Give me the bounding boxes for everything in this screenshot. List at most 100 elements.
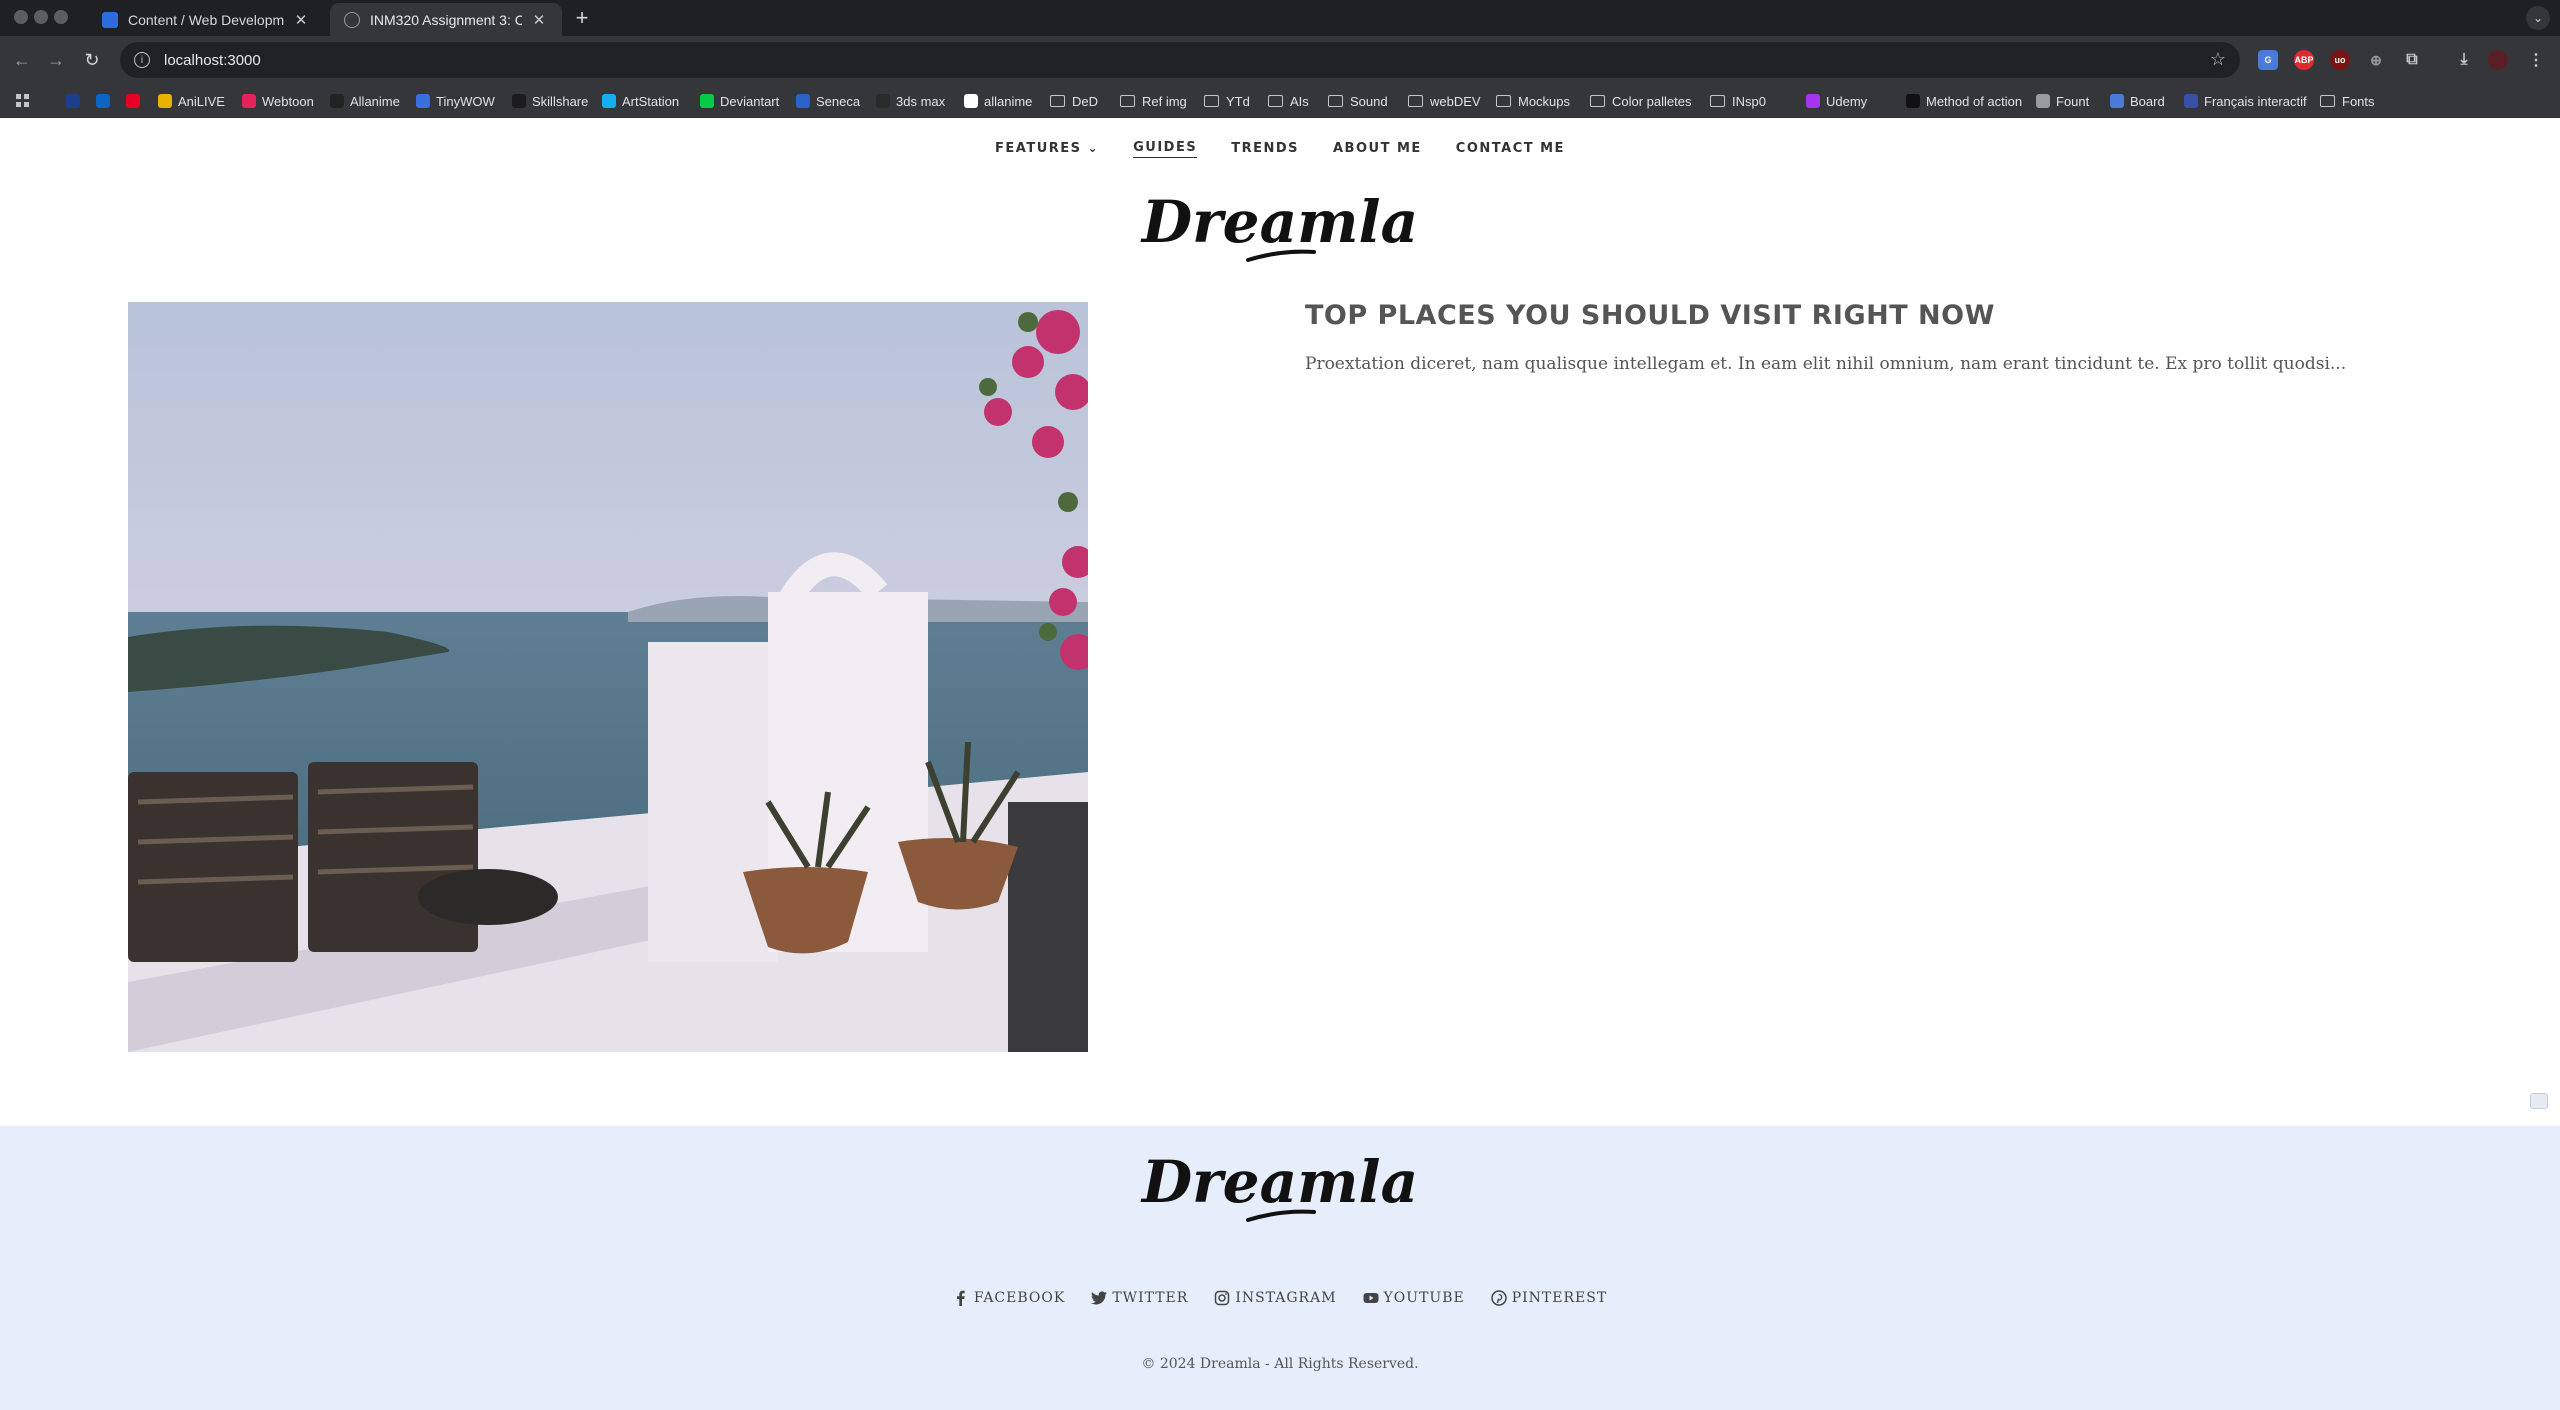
folder-icon	[1328, 95, 1343, 107]
bookmark-item[interactable]: Udemy	[1806, 91, 1867, 111]
bookmarks-bar: AniLIVE Webtoon Allanime TinyWOW Skillshare A…	[0, 84, 2560, 118]
twitter-icon	[1091, 1291, 1108, 1305]
footer-logo[interactable]: Dreamla	[1130, 1140, 1430, 1230]
bookmark-item[interactable]: Mockups	[1496, 91, 1570, 111]
folder-icon	[1204, 95, 1219, 107]
apps-grid-icon[interactable]	[16, 91, 30, 111]
bookmark-favicon-icon	[2110, 94, 2124, 108]
bookmark-item[interactable]: Skillshare	[512, 91, 588, 111]
bookmark-item[interactable]: allanime	[964, 91, 1032, 111]
bookmark-item[interactable]: ArtStation	[602, 91, 679, 111]
reload-icon[interactable]: ↻	[80, 48, 104, 72]
article-title[interactable]: TOP PLACES YOU SHOULD VISIT RIGHT NOW	[1305, 300, 1995, 331]
bookmark-label: Allanime	[350, 93, 400, 109]
pinterest-icon	[1490, 1290, 1507, 1306]
bookmark-item[interactable]: Webtoon	[242, 91, 314, 111]
tab-search-button[interactable]: ⌄	[2526, 6, 2550, 30]
bookmark-item[interactable]	[126, 91, 146, 111]
nav-contact[interactable]: CONTACT ME	[1456, 140, 1565, 158]
address-bar[interactable]: i localhost:3000 ☆	[120, 42, 2240, 78]
bookmark-item[interactable]: Method of action	[1906, 91, 2022, 111]
bookmark-item[interactable]: Color palletes	[1590, 91, 1692, 111]
profile-avatar[interactable]	[2488, 50, 2508, 70]
bookmark-item[interactable]	[96, 91, 116, 111]
bookmark-item[interactable]: YTd	[1204, 91, 1250, 111]
facebook-link[interactable]: FACEBOOK	[953, 1290, 1066, 1306]
bookmark-item[interactable]: Seneca	[796, 91, 860, 111]
window-zoom-button[interactable]	[54, 10, 68, 24]
pinterest-link[interactable]: PINTEREST	[1490, 1290, 1608, 1306]
tab-title: INM320 Assignment 3: CSS	[370, 11, 522, 28]
bookmark-label: Webtoon	[262, 93, 314, 109]
bookmark-item[interactable]: webDEV	[1408, 91, 1481, 111]
bookmark-item[interactable]: DeD	[1050, 91, 1098, 111]
nav-guides[interactable]: GUIDES	[1133, 140, 1198, 158]
tab-content-web-development[interactable]: Content / Web Development ✕	[88, 3, 324, 36]
social-links: FACEBOOK TWITTER INSTAGRAM YOUTUBE PINTE…	[0, 1290, 2560, 1306]
twitter-link[interactable]: TWITTER	[1091, 1290, 1188, 1306]
bookmark-item[interactable]: Deviantart	[700, 91, 779, 111]
folder-icon	[1120, 95, 1135, 107]
bookmark-item[interactable]: AIs	[1268, 91, 1309, 111]
bookmark-favicon-icon	[602, 94, 616, 108]
bookmark-label: webDEV	[1430, 93, 1481, 109]
bookmark-label: INsp0	[1732, 93, 1766, 109]
download-icon[interactable]: ⤓	[2454, 50, 2474, 70]
folder-icon	[1408, 95, 1423, 107]
floating-widget-icon[interactable]	[2530, 1093, 2548, 1109]
web-page: FEATURES ⌄ GUIDES TRENDS ABOUT ME CONTACT…	[0, 118, 2560, 1410]
bookmark-item[interactable]: Board	[2110, 91, 2165, 111]
bookmark-item[interactable]	[66, 91, 86, 111]
back-arrow-icon[interactable]: ←	[10, 48, 34, 72]
tab-inm320-assignment[interactable]: INM320 Assignment 3: CSS ✕	[330, 3, 562, 36]
bookmark-item[interactable]: Fount	[2036, 91, 2089, 111]
bookmark-favicon-icon	[96, 94, 110, 108]
nav-about[interactable]: ABOUT ME	[1333, 140, 1422, 158]
folder-icon	[1050, 95, 1065, 107]
bookmark-item[interactable]: INsp0	[1710, 91, 1766, 111]
bookmark-favicon-icon	[512, 94, 526, 108]
bookmark-item[interactable]: Fonts	[2320, 91, 2375, 111]
bookmark-item[interactable]: Allanime	[330, 91, 400, 111]
instagram-link[interactable]: INSTAGRAM	[1214, 1290, 1336, 1306]
extension-icon[interactable]: ⊕	[2366, 50, 2386, 70]
tab-favicon-icon	[102, 11, 118, 28]
nav-trends[interactable]: TRENDS	[1231, 140, 1299, 158]
twitter-label: TWITTER	[1112, 1290, 1189, 1306]
window-close-button[interactable]	[14, 10, 28, 24]
site-logo[interactable]: Dreamla	[1130, 180, 1430, 270]
pinterest-label: PINTEREST	[1511, 1290, 1608, 1306]
bookmark-item[interactable]: Ref img	[1120, 91, 1187, 111]
bookmark-label: Français interactif	[2204, 93, 2307, 109]
bookmark-star-icon[interactable]: ☆	[2210, 49, 2226, 70]
bookmark-label: ArtStation	[622, 93, 680, 109]
bookmark-label: Color palletes	[1612, 93, 1692, 109]
ublock-extension-icon[interactable]: uo	[2330, 50, 2350, 70]
folder-icon	[1710, 95, 1725, 107]
tab-close-icon[interactable]: ✕	[292, 11, 310, 29]
extensions-puzzle-icon[interactable]: ⧉	[2402, 50, 2422, 70]
more-menu-icon[interactable]: ⋮	[2526, 50, 2546, 70]
bookmark-item[interactable]: Français interactif	[2184, 91, 2307, 111]
bookmark-label: Deviantart	[720, 93, 780, 109]
bookmark-favicon-icon	[416, 94, 430, 108]
folder-icon	[1268, 95, 1283, 107]
logo-text: Dreamla	[1140, 188, 1418, 256]
santorini-terrace-photo	[128, 302, 1088, 1052]
new-tab-button[interactable]: +	[570, 5, 594, 30]
youtube-link[interactable]: YOUTUBE	[1363, 1290, 1465, 1306]
tab-close-icon[interactable]: ✕	[530, 11, 548, 29]
bookmark-item[interactable]: Sound	[1328, 91, 1388, 111]
forward-arrow-icon[interactable]: →	[44, 48, 68, 72]
site-info-icon[interactable]: i	[134, 52, 150, 68]
bookmark-item[interactable]: TinyWOW	[416, 91, 495, 111]
bookmark-item[interactable]: AniLIVE	[158, 91, 225, 111]
adblock-extension-icon[interactable]: ABP	[2294, 50, 2314, 70]
bookmark-item[interactable]: 3ds max	[876, 91, 945, 111]
article-image[interactable]	[128, 302, 1088, 1052]
window-minimize-button[interactable]	[34, 10, 48, 24]
site-footer: Dreamla FACEBOOK TWITTER INSTAGRAM YOUTU…	[0, 1126, 2560, 1410]
translate-extension-icon[interactable]: G	[2258, 50, 2278, 70]
bookmark-favicon-icon	[330, 94, 344, 108]
nav-features[interactable]: FEATURES ⌄	[995, 140, 1099, 158]
